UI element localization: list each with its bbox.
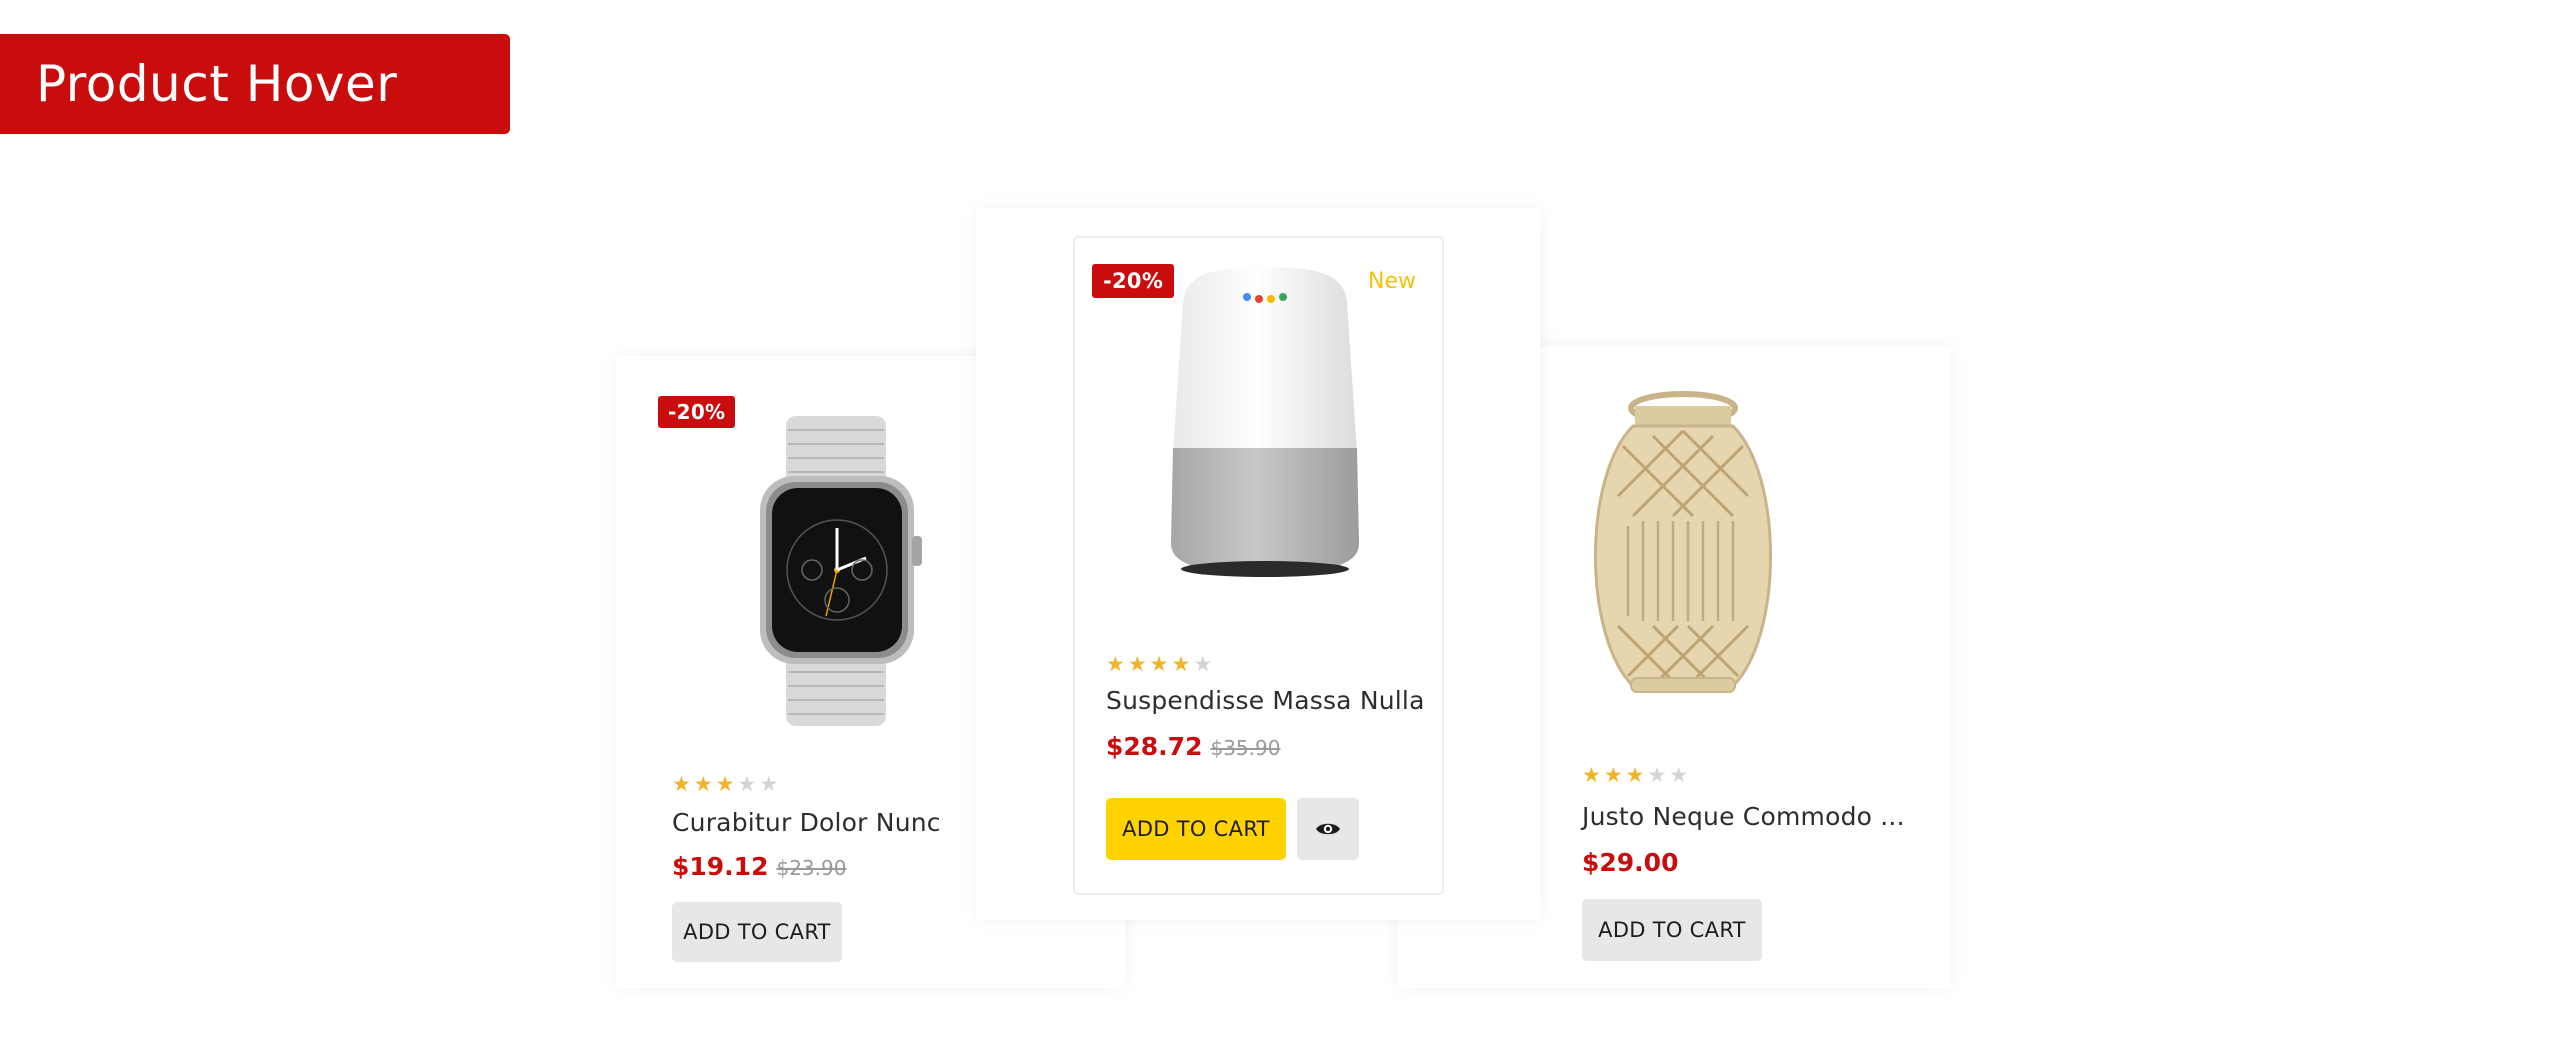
star-empty-icon: ★ [1193, 652, 1213, 676]
star-empty-icon: ★ [759, 772, 779, 796]
star-full-icon: ★ [1171, 652, 1191, 676]
star-empty-icon: ★ [1669, 763, 1689, 787]
star-full-icon: ★ [1127, 652, 1147, 676]
star-full-icon: ★ [1106, 652, 1125, 676]
eye-icon [1316, 823, 1340, 835]
smart-speaker-image[interactable] [1145, 258, 1385, 588]
star-full-icon: ★ [1582, 763, 1601, 787]
star-full-icon: ★ [1625, 763, 1645, 787]
star-rating: ★ ★ ★ ★ ★ [672, 774, 778, 795]
price-block: $19.12 $23.90 [672, 852, 846, 881]
product-title[interactable]: Justo Neque Commodo ... [1582, 802, 1905, 831]
price-block: $28.72 $35.90 [1106, 732, 1280, 761]
product-title[interactable]: Suspendisse Massa Nulla [1106, 686, 1425, 715]
old-price: $35.90 [1210, 736, 1281, 760]
star-empty-icon: ★ [1647, 763, 1667, 787]
product-card-2-hovered[interactable]: -20% New ★ ★ ★ ★ ★ Suspendisse Massa Nul… [976, 208, 1540, 920]
price-block: $29.00 [1582, 848, 1678, 877]
add-to-cart-button[interactable]: ADD TO CART [1106, 798, 1286, 860]
lantern-image[interactable] [1558, 376, 1808, 716]
current-price: $28.72 [1106, 732, 1203, 761]
current-price: $29.00 [1582, 848, 1679, 877]
add-to-cart-button[interactable]: ADD TO CART [1582, 899, 1762, 961]
star-full-icon: ★ [1149, 652, 1169, 676]
product-card-inner: -20% New ★ ★ ★ ★ ★ Suspendisse Massa Nul… [1073, 236, 1444, 895]
add-to-cart-button[interactable]: ADD TO CART [672, 902, 842, 962]
star-full-icon: ★ [1603, 763, 1623, 787]
star-full-icon: ★ [715, 772, 735, 796]
smartwatch-image[interactable] [696, 406, 976, 736]
star-full-icon: ★ [672, 772, 691, 796]
product-title[interactable]: Curabitur Dolor Nunc [672, 808, 941, 837]
current-price: $19.12 [672, 852, 769, 881]
star-rating: ★ ★ ★ ★ ★ [1582, 765, 1688, 786]
page-title: Product Hover [36, 55, 398, 113]
section-banner: Product Hover [0, 34, 510, 134]
old-price: $23.90 [776, 856, 847, 880]
quick-view-button[interactable] [1297, 798, 1359, 860]
star-full-icon: ★ [693, 772, 713, 796]
star-empty-icon: ★ [737, 772, 757, 796]
star-rating: ★ ★ ★ ★ ★ [1106, 654, 1212, 675]
